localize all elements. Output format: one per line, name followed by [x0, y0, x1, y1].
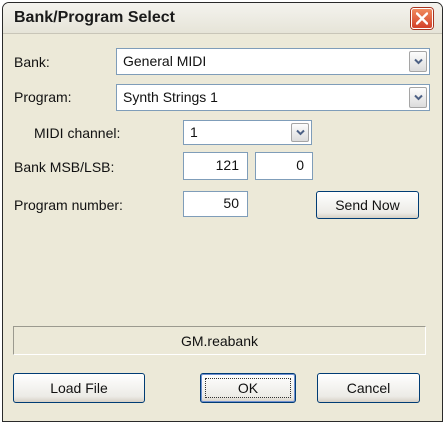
dialog-content: Bank: General MIDI Program: Synth String… — [3, 34, 442, 421]
bank-lsb-input[interactable]: 0 — [255, 152, 313, 180]
cancel-button[interactable]: Cancel — [317, 373, 420, 403]
program-number-input[interactable]: 50 — [183, 191, 248, 217]
close-button[interactable] — [411, 8, 433, 29]
send-now-label: Send Now — [335, 197, 400, 213]
ok-label: OK — [237, 380, 259, 396]
bank-program-select-dialog: Bank/Program Select Bank: General MIDI P… — [2, 2, 443, 422]
chevron-down-icon — [414, 94, 423, 101]
bank-dropdown[interactable]: General MIDI — [116, 48, 430, 75]
midi-channel-value: 1 — [190, 124, 198, 140]
bank-label: Bank: — [14, 54, 50, 70]
midi-channel-dropdown-button[interactable] — [291, 123, 309, 142]
send-now-button[interactable]: Send Now — [316, 191, 419, 219]
bank-value: General MIDI — [123, 53, 207, 69]
bank-msb-lsb-label: Bank MSB/LSB: — [14, 159, 115, 175]
program-number-value: 50 — [223, 195, 239, 211]
load-file-label: Load File — [50, 380, 108, 396]
bank-file-name: GM.reabank — [180, 333, 259, 349]
cancel-label: Cancel — [346, 380, 391, 396]
close-icon — [416, 12, 428, 25]
title-bar[interactable]: Bank/Program Select — [3, 3, 442, 34]
program-dropdown[interactable]: Synth Strings 1 — [116, 84, 430, 111]
bank-msb-value: 121 — [215, 157, 239, 173]
program-value: Synth Strings 1 — [123, 89, 218, 105]
midi-channel-label: MIDI channel: — [34, 125, 121, 141]
chevron-down-icon — [414, 58, 423, 65]
window-title: Bank/Program Select — [14, 9, 175, 26]
program-label: Program: — [14, 89, 72, 105]
bank-file-status: GM.reabank — [13, 326, 426, 355]
midi-channel-dropdown[interactable]: 1 — [183, 120, 312, 145]
program-number-label: Program number: — [14, 197, 123, 213]
load-file-button[interactable]: Load File — [13, 373, 145, 403]
bank-msb-input[interactable]: 121 — [183, 152, 248, 180]
bank-lsb-value: 0 — [296, 157, 304, 173]
program-dropdown-button[interactable] — [409, 87, 427, 108]
ok-button[interactable]: OK — [200, 373, 296, 403]
chevron-down-icon — [296, 129, 305, 136]
bank-dropdown-button[interactable] — [409, 51, 427, 72]
